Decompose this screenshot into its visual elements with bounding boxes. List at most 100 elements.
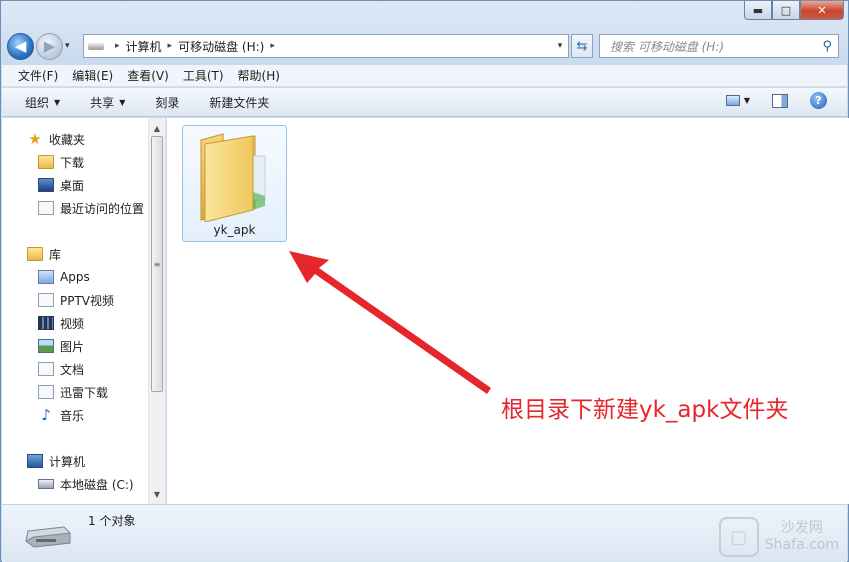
- video-library-icon: [38, 316, 54, 330]
- menu-file[interactable]: 文件(F): [18, 67, 58, 84]
- chevron-right-icon[interactable]: ▸: [270, 41, 275, 51]
- view-controls: ▼ ?: [725, 92, 827, 109]
- file-list-pane[interactable]: yk_apk 根目录下新建yk_apk文件夹: [167, 118, 849, 504]
- sidebar-item-label: 音乐: [60, 408, 85, 423]
- menu-tools[interactable]: 工具(T): [183, 67, 224, 84]
- sidebar-item-label: 桌面: [60, 178, 85, 193]
- organize-button[interactable]: 组织 ▼: [25, 94, 60, 111]
- caption-buttons: ▬ □ ✕: [744, 1, 844, 20]
- sidebar-item-pptv-video[interactable]: PPTV视频: [2, 290, 114, 310]
- sidebar-item-recent-places[interactable]: 最近访问的位置: [2, 198, 144, 218]
- hard-drive-icon: [38, 479, 54, 489]
- pictures-library-icon: [38, 339, 54, 353]
- watermark-text: 沙发网 Shafa.com: [765, 520, 839, 554]
- menu-help[interactable]: 帮助(H): [238, 67, 280, 84]
- sidebar-item-xunlei-downloads[interactable]: 迅雷下载: [2, 382, 108, 402]
- sidebar-item-label: 下载: [60, 155, 85, 170]
- removable-drive-icon: [25, 526, 71, 548]
- breadcrumb-removable-disk[interactable]: 可移动磁盘 (H:): [178, 38, 264, 55]
- burn-label: 刻录: [155, 95, 180, 110]
- sidebar-item-documents[interactable]: 文档: [2, 359, 84, 379]
- recent-places-icon: [38, 201, 54, 215]
- chevron-right-icon[interactable]: ▸: [115, 41, 120, 51]
- desktop-icon: [38, 178, 54, 192]
- share-button[interactable]: 共享 ▼: [90, 94, 125, 111]
- sidebar-item-computer[interactable]: 计算机: [2, 451, 85, 471]
- sidebar-item-apps[interactable]: Apps: [2, 267, 90, 287]
- sidebar-item-pictures[interactable]: 图片: [2, 336, 84, 356]
- sidebar-item-label: 图片: [60, 339, 85, 354]
- chevron-down-icon: ▼: [119, 97, 126, 107]
- search-input[interactable]: 搜索 可移动磁盘 (H:) ⚲: [599, 34, 839, 58]
- new-folder-label: 新建文件夹: [209, 95, 270, 110]
- maximize-button[interactable]: □: [772, 1, 800, 20]
- sidebar-item-desktop[interactable]: 桌面: [2, 175, 84, 195]
- details-pane: 1 个对象 ▢ 沙发网 Shafa.com: [2, 504, 847, 562]
- watermark-line-1: 沙发网: [780, 520, 823, 536]
- sidebar-item-music[interactable]: ♪ 音乐: [2, 405, 84, 425]
- sidebar-item-favorites[interactable]: ★ 收藏夹: [2, 129, 85, 149]
- new-folder-button[interactable]: 新建文件夹: [209, 94, 269, 111]
- sidebar-item-downloads[interactable]: 下载: [2, 152, 84, 172]
- folder-icon: [200, 133, 266, 222]
- downloads-folder-icon: [38, 155, 54, 169]
- annotation-text: 根目录下新建yk_apk文件夹: [501, 397, 789, 423]
- minimize-button[interactable]: ▬: [744, 1, 772, 20]
- folder-item-yk-apk[interactable]: yk_apk: [182, 125, 287, 242]
- chevron-right-icon[interactable]: ▸: [168, 41, 173, 51]
- scroll-up-icon[interactable]: ▲: [149, 120, 165, 136]
- sidebar-scrollbar[interactable]: ▲ ≡ ▼: [148, 118, 165, 504]
- view-options-dropdown[interactable]: ▼: [744, 96, 750, 105]
- sidebar-item-libraries[interactable]: 库: [2, 244, 61, 264]
- organize-label: 组织: [25, 95, 50, 110]
- address-dropdown-icon[interactable]: ▾: [552, 41, 568, 51]
- sidebar-item-label: 本地磁盘 (C:): [60, 477, 134, 492]
- navigation-pane: ★ 收藏夹 下载 桌面 最近访问的位置 库 Apps PPTV视频 视频 图片 …: [2, 118, 166, 504]
- chevron-down-icon: ▼: [54, 97, 61, 107]
- sidebar-item-videos[interactable]: 视频: [2, 313, 84, 333]
- address-bar[interactable]: ▸ 计算机 ▸ 可移动磁盘 (H:) ▸ ▾: [83, 34, 569, 58]
- xunlei-library-icon: [38, 385, 54, 399]
- back-button[interactable]: ◀: [7, 32, 34, 60]
- scroll-down-icon[interactable]: ▼: [149, 486, 165, 502]
- menu-view[interactable]: 查看(V): [127, 67, 169, 84]
- item-count: 1 个对象: [88, 514, 136, 528]
- computer-icon: [27, 454, 43, 468]
- sidebar-item-label: 迅雷下载: [60, 385, 109, 400]
- recent-pages-dropdown[interactable]: ▾: [65, 41, 77, 51]
- music-note-icon: ♪: [41, 406, 51, 424]
- menu-bar: 文件(F) 编辑(E) 查看(V) 工具(T) 帮助(H): [2, 65, 847, 87]
- drive-icon: [88, 42, 104, 50]
- pptv-library-icon: [38, 293, 54, 307]
- sidebar-item-label: 计算机: [49, 454, 86, 469]
- navigation-row: ◀ ▶ ▾ ▸ 计算机 ▸ 可移动磁盘 (H:) ▸ ▾ ⇆ 搜索 可移动磁盘 …: [7, 31, 842, 61]
- sidebar-item-local-disk-c[interactable]: 本地磁盘 (C:): [2, 474, 134, 494]
- apps-library-icon: [38, 270, 54, 284]
- watermark-line-2: Shafa.com: [764, 537, 839, 553]
- sidebar-item-label: 最近访问的位置: [60, 201, 145, 216]
- refresh-button[interactable]: ⇆: [571, 34, 593, 58]
- sidebar-item-label: PPTV视频: [60, 293, 115, 308]
- folder-name: yk_apk: [213, 223, 256, 237]
- close-button[interactable]: ✕: [800, 1, 844, 20]
- forward-button[interactable]: ▶: [36, 32, 63, 60]
- sidebar-item-label: 文档: [60, 362, 85, 377]
- sidebar-item-label: Apps: [60, 270, 90, 284]
- scrollbar-thumb[interactable]: ≡: [151, 136, 163, 392]
- tv-icon: ▢: [718, 517, 759, 557]
- documents-library-icon: [38, 362, 54, 376]
- share-label: 共享: [90, 95, 115, 110]
- change-view-icon[interactable]: [725, 95, 740, 106]
- breadcrumb-computer[interactable]: 计算机: [126, 38, 162, 55]
- help-icon[interactable]: ?: [810, 92, 827, 109]
- menu-edit[interactable]: 编辑(E): [72, 67, 113, 84]
- burn-button[interactable]: 刻录: [155, 94, 179, 111]
- explorer-window: ▬ □ ✕ ◀ ▶ ▾ ▸ 计算机 ▸ 可移动磁盘 (H:) ▸ ▾ ⇆ 搜索 …: [0, 0, 849, 562]
- command-bar: 组织 ▼ 共享 ▼ 刻录 新建文件夹 ▼ ?: [2, 88, 847, 117]
- search-icon[interactable]: ⚲: [822, 39, 832, 54]
- sidebar-item-label: 视频: [60, 316, 85, 331]
- search-placeholder: 搜索 可移动磁盘 (H:): [610, 39, 725, 54]
- preview-pane-icon[interactable]: [772, 93, 788, 108]
- sidebar-item-label: 收藏夹: [49, 132, 86, 147]
- grip-icon: ≡: [153, 259, 161, 269]
